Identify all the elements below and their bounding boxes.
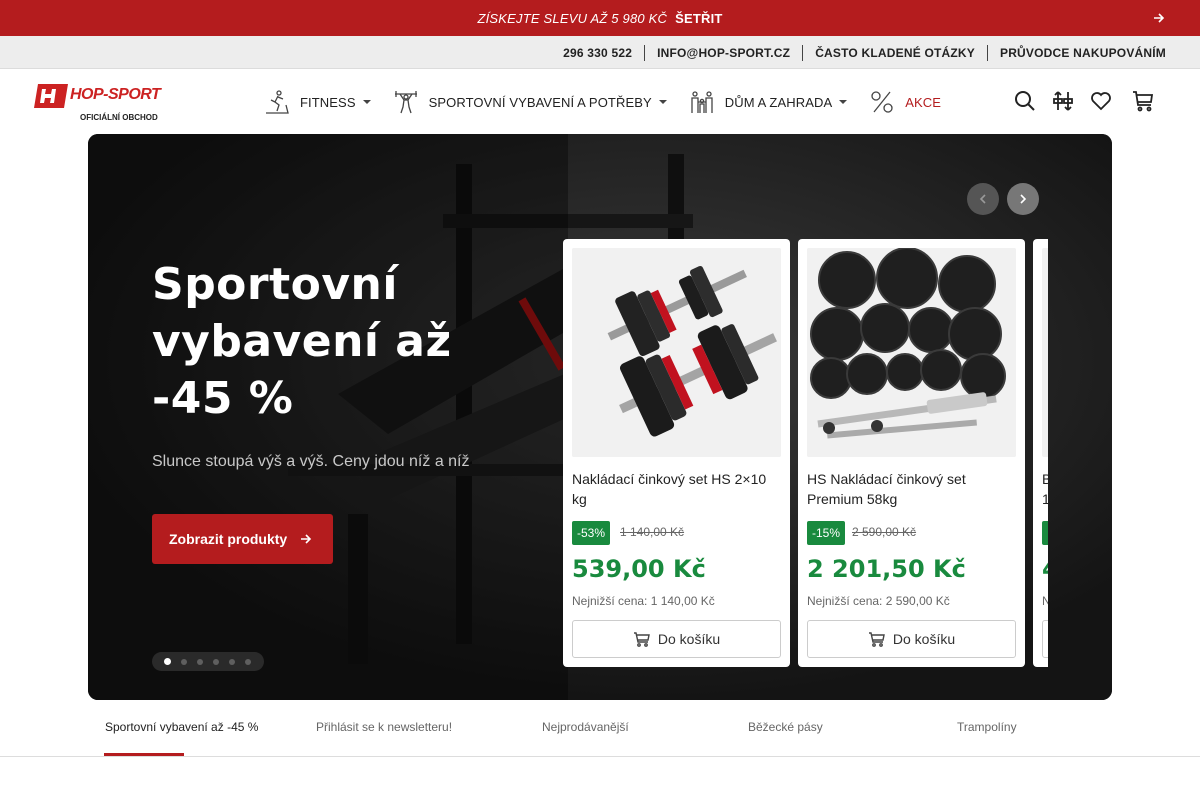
slide-indicator [152, 652, 264, 671]
button-label: Do košíku [892, 631, 956, 647]
product-name[interactable]: B 1 [1042, 469, 1048, 509]
category-tabs: Sportovní vybavení až -45 % Přihlásit se… [0, 700, 1200, 757]
slide-dot[interactable] [181, 658, 187, 665]
lowest-price: N [1042, 594, 1048, 608]
price: 4 [1042, 555, 1048, 583]
tab-bestsellers[interactable]: Nejprodávanější [542, 720, 629, 734]
compare-icon[interactable] [1052, 90, 1074, 112]
hero-title-line: -45 % [152, 373, 294, 424]
cart-icon[interactable] [1132, 90, 1154, 112]
promo-cta[interactable]: ŠETŘIT [675, 11, 722, 26]
lowest-price: Nejnižší cena: 1 140,00 Kč [572, 594, 715, 608]
phone-link[interactable]: 296 330 522 [551, 46, 644, 60]
nav-item-sale[interactable]: AKCE [869, 89, 941, 115]
tab-sports-equipment[interactable]: Sportovní vybavení až -45 % [105, 720, 258, 734]
promo-bar[interactable]: ZÍSKEJTE SLEVU AŽ 5 980 KČ ŠETŘIT [0, 0, 1200, 36]
chevron-down-icon [658, 100, 667, 104]
lowest-price: Nejnižší cena: 2 590,00 Kč [807, 594, 950, 608]
chevron-right-icon [1020, 194, 1027, 204]
promo-text: ZÍSKEJTE SLEVU AŽ 5 980 KČ [477, 10, 668, 26]
percent-icon [871, 91, 893, 113]
hero-title-line: Sportovní [152, 259, 398, 310]
heart-icon[interactable] [1090, 90, 1112, 112]
carousel-next-button[interactable] [1007, 183, 1039, 215]
hero-title-line: vybavení až [152, 316, 452, 367]
slide-dot[interactable] [164, 658, 171, 665]
logo-brand: HOP-SPORT [70, 86, 161, 103]
tab-treadmills[interactable]: Běžecké pásy [748, 720, 823, 734]
nav-label: AKCE [905, 94, 942, 110]
arrow-right-icon [301, 534, 312, 544]
product-image-dumbbell-set[interactable] [572, 248, 781, 457]
product-image[interactable] [1042, 248, 1048, 457]
site-header: HOP-SPORT OFICIÁLNÍ OBCHOD FITNESS SPORT… [0, 70, 1200, 134]
add-to-cart-button[interactable]: Do košíku [572, 620, 781, 658]
nav-item-sports-equipment[interactable]: SPORTOVNÍ VYBAVENÍ A POTŘEBY [393, 89, 667, 115]
tab-newsletter[interactable]: Přihlásit se k newsletteru! [316, 720, 452, 734]
hero-title: Sportovní vybavení až -45 % [152, 256, 532, 427]
add-to-cart-button[interactable]: Do košíku [807, 620, 1016, 658]
email-link[interactable]: INFO@HOP-SPORT.CZ [645, 46, 802, 60]
product-image-plates-set[interactable] [807, 248, 1016, 457]
add-to-cart-button[interactable] [1042, 620, 1048, 658]
price: 2 201,50 Kč [807, 555, 966, 583]
shopping-guide-link[interactable]: PRŮVODCE NAKUPOVÁNÍM [988, 46, 1178, 60]
carousel-prev-button[interactable] [967, 183, 999, 215]
logo-mark-icon [34, 84, 68, 108]
discount-badge [1042, 521, 1048, 545]
tab-trampolines[interactable]: Trampolíny [957, 720, 1017, 734]
utility-bar: 296 330 522 INFO@HOP-SPORT.CZ ČASTO KLAD… [0, 36, 1200, 69]
discount-badge: -15% [807, 521, 846, 545]
hero-banner: Sportovní vybavení až -45 % Slunce stoup… [88, 134, 1112, 700]
arrow-right-icon[interactable] [1152, 11, 1166, 25]
main-nav: FITNESS SPORTOVNÍ VYBAVENÍ A POTŘEBY DŮM… [264, 70, 963, 134]
cart-icon [633, 631, 650, 647]
product-card[interactable]: Nakládací činkový set HS 2×10 kg -53% 1 … [563, 239, 790, 667]
show-products-button[interactable]: Zobrazit produkty [152, 514, 333, 564]
product-carousel: Nakládací činkový set HS 2×10 kg -53% 1 … [563, 239, 1048, 669]
slide-dot[interactable] [197, 658, 203, 665]
slide-dot[interactable] [245, 658, 251, 665]
button-label: Do košíku [657, 631, 721, 647]
nav-label: DŮM A ZAHRADA [724, 94, 833, 110]
header-actions [998, 90, 1154, 112]
product-name[interactable]: HS Nakládací činkový set Premium 58kg [807, 469, 1017, 509]
product-name-fragment: B [1042, 471, 1048, 487]
logo-subtitle: OFICIÁLNÍ OBCHOD [80, 113, 158, 122]
search-icon[interactable] [1014, 90, 1036, 112]
family-icon [691, 91, 713, 113]
old-price: 2 590,00 Kč [852, 525, 917, 539]
faq-link[interactable]: ČASTO KLADENÉ OTÁZKY [803, 46, 987, 60]
active-tab-indicator [104, 753, 184, 756]
nav-label: FITNESS [300, 94, 356, 110]
treadmill-icon [266, 90, 289, 114]
product-name[interactable]: Nakládací činkový set HS 2×10 kg [572, 469, 782, 509]
button-label: Zobrazit produkty [169, 531, 288, 547]
nav-item-home-garden[interactable]: DŮM A ZAHRADA [689, 89, 848, 115]
cart-icon [868, 631, 885, 647]
price: 539,00 Kč [572, 555, 706, 583]
chevron-down-icon [839, 100, 848, 104]
product-card[interactable]: HS Nakládací činkový set Premium 58kg -1… [798, 239, 1025, 667]
discount-badge: -53% [572, 521, 611, 545]
slide-dot[interactable] [213, 658, 219, 665]
old-price: 1 140,00 Kč [620, 525, 685, 539]
slide-dot[interactable] [229, 658, 235, 665]
weightlifter-icon [394, 91, 417, 114]
nav-label: SPORTOVNÍ VYBAVENÍ A POTŘEBY [428, 94, 652, 110]
product-card[interactable]: B 1 4 N [1033, 239, 1048, 667]
hero-lead: Slunce stoupá výš a výš. Ceny jdou níž a… [152, 453, 470, 470]
logo[interactable]: HOP-SPORT OFICIÁLNÍ OBCHOD [32, 84, 162, 124]
product-name-fragment: 1 [1042, 491, 1048, 507]
nav-item-fitness[interactable]: FITNESS [264, 89, 371, 115]
chevron-left-icon [979, 194, 986, 204]
chevron-down-icon [362, 100, 371, 104]
